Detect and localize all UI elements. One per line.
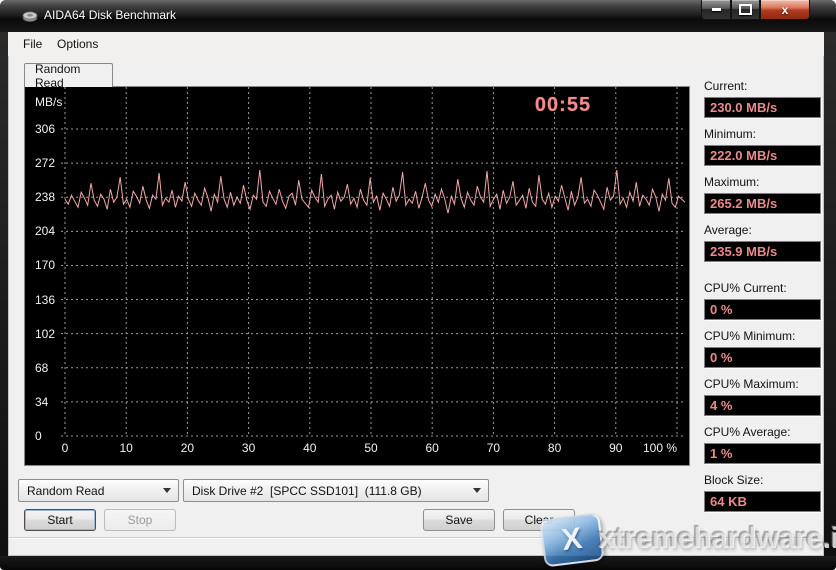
app-window: AIDA64 Disk Benchmark x File Options Ran… <box>0 0 836 570</box>
y-axis-tick: 272 <box>35 156 65 170</box>
stat-label: Current: <box>704 79 816 93</box>
stats-panel: Current: 230.0 MB/s Minimum: 222.0 MB/s … <box>704 79 816 521</box>
window-frame-bottom <box>0 556 836 570</box>
stat-label: Block Size: <box>704 473 816 487</box>
disk-icon <box>22 9 38 23</box>
stat-value-cpu-average: 1 % <box>704 443 821 464</box>
y-axis-tick: 136 <box>35 293 65 307</box>
x-axis-tick: 40 <box>290 441 330 455</box>
stat-value-minimum: 222.0 MB/s <box>704 145 821 166</box>
drive-select-value: Disk Drive #2 [SPCC SSD101] (111.8 GB) <box>192 484 422 498</box>
x-axis-tick: 80 <box>535 441 575 455</box>
window-frame-left <box>0 32 8 556</box>
stat-value-cpu-maximum: 4 % <box>704 395 821 416</box>
stat-value-current: 230.0 MB/s <box>704 97 821 118</box>
tab-label: Random Read <box>35 62 112 90</box>
stat-label: CPU% Maximum: <box>704 377 816 391</box>
close-button[interactable]: x <box>760 0 810 20</box>
y-axis-tick: 306 <box>35 122 65 136</box>
maximize-icon <box>739 4 752 15</box>
y-axis-tick: 204 <box>35 224 65 238</box>
separator <box>9 537 815 539</box>
minimize-icon <box>712 8 721 11</box>
minimize-button[interactable] <box>701 0 731 20</box>
x-axis-tick: 20 <box>167 441 207 455</box>
window-frame-right <box>824 32 836 556</box>
chart-plot-area: MB/s 00:55 30627223820417013610268340010… <box>25 87 689 465</box>
benchmark-type-select[interactable]: Random Read <box>18 479 179 502</box>
start-button[interactable]: Start <box>24 509 96 531</box>
stat-value-block-size: 64 KB <box>704 491 821 512</box>
drive-select[interactable]: Disk Drive #2 [SPCC SSD101] (111.8 GB) <box>183 479 489 502</box>
y-axis-tick: 102 <box>35 327 65 341</box>
x-axis-tick: 60 <box>412 441 452 455</box>
chevron-down-icon <box>163 488 171 493</box>
x-axis-tick: 30 <box>229 441 269 455</box>
close-icon: x <box>782 3 789 17</box>
save-button[interactable]: Save <box>423 509 495 531</box>
benchmark-type-value: Random Read <box>27 484 104 498</box>
stat-label: Minimum: <box>704 127 816 141</box>
menubar: File Options <box>8 32 824 56</box>
stat-label: CPU% Minimum: <box>704 329 816 343</box>
stat-label: Average: <box>704 223 816 237</box>
y-axis-tick: 170 <box>35 258 65 272</box>
maximize-button[interactable] <box>731 0 760 20</box>
x-axis-tick: 70 <box>473 441 513 455</box>
stat-label: Maximum: <box>704 175 816 189</box>
stat-value-cpu-minimum: 0 % <box>704 347 821 368</box>
menu-item-file[interactable]: File <box>16 35 49 53</box>
chevron-down-icon <box>473 488 481 493</box>
chart-canvas <box>25 87 689 465</box>
window-caption-buttons: x <box>701 0 810 19</box>
x-axis-tick: 0 <box>45 441 85 455</box>
x-axis-tick: 100 % <box>629 441 677 455</box>
x-axis-tick: 50 <box>351 441 391 455</box>
clear-button[interactable]: Clear <box>503 509 575 531</box>
transfer-rate-line <box>65 170 685 213</box>
benchmark-chart: MB/s 00:55 30627223820417013610268340010… <box>24 86 690 466</box>
y-axis-tick: 238 <box>35 190 65 204</box>
stat-label: CPU% Current: <box>704 281 816 295</box>
x-axis-tick: 10 <box>106 441 146 455</box>
y-axis-tick: 68 <box>35 361 65 375</box>
stat-label: CPU% Average: <box>704 425 816 439</box>
stat-value-cpu-current: 0 % <box>704 299 821 320</box>
menu-item-options[interactable]: Options <box>50 35 105 53</box>
y-axis-unit-label: MB/s <box>35 95 62 109</box>
stat-value-average: 235.9 MB/s <box>704 241 821 262</box>
tab-random-read[interactable]: Random Read <box>24 63 113 87</box>
window-title: AIDA64 Disk Benchmark <box>44 8 176 22</box>
elapsed-time: 00:55 <box>503 94 623 117</box>
stat-value-maximum: 265.2 MB/s <box>704 193 821 214</box>
stop-button[interactable]: Stop <box>104 509 176 531</box>
y-axis-tick: 34 <box>35 395 65 409</box>
